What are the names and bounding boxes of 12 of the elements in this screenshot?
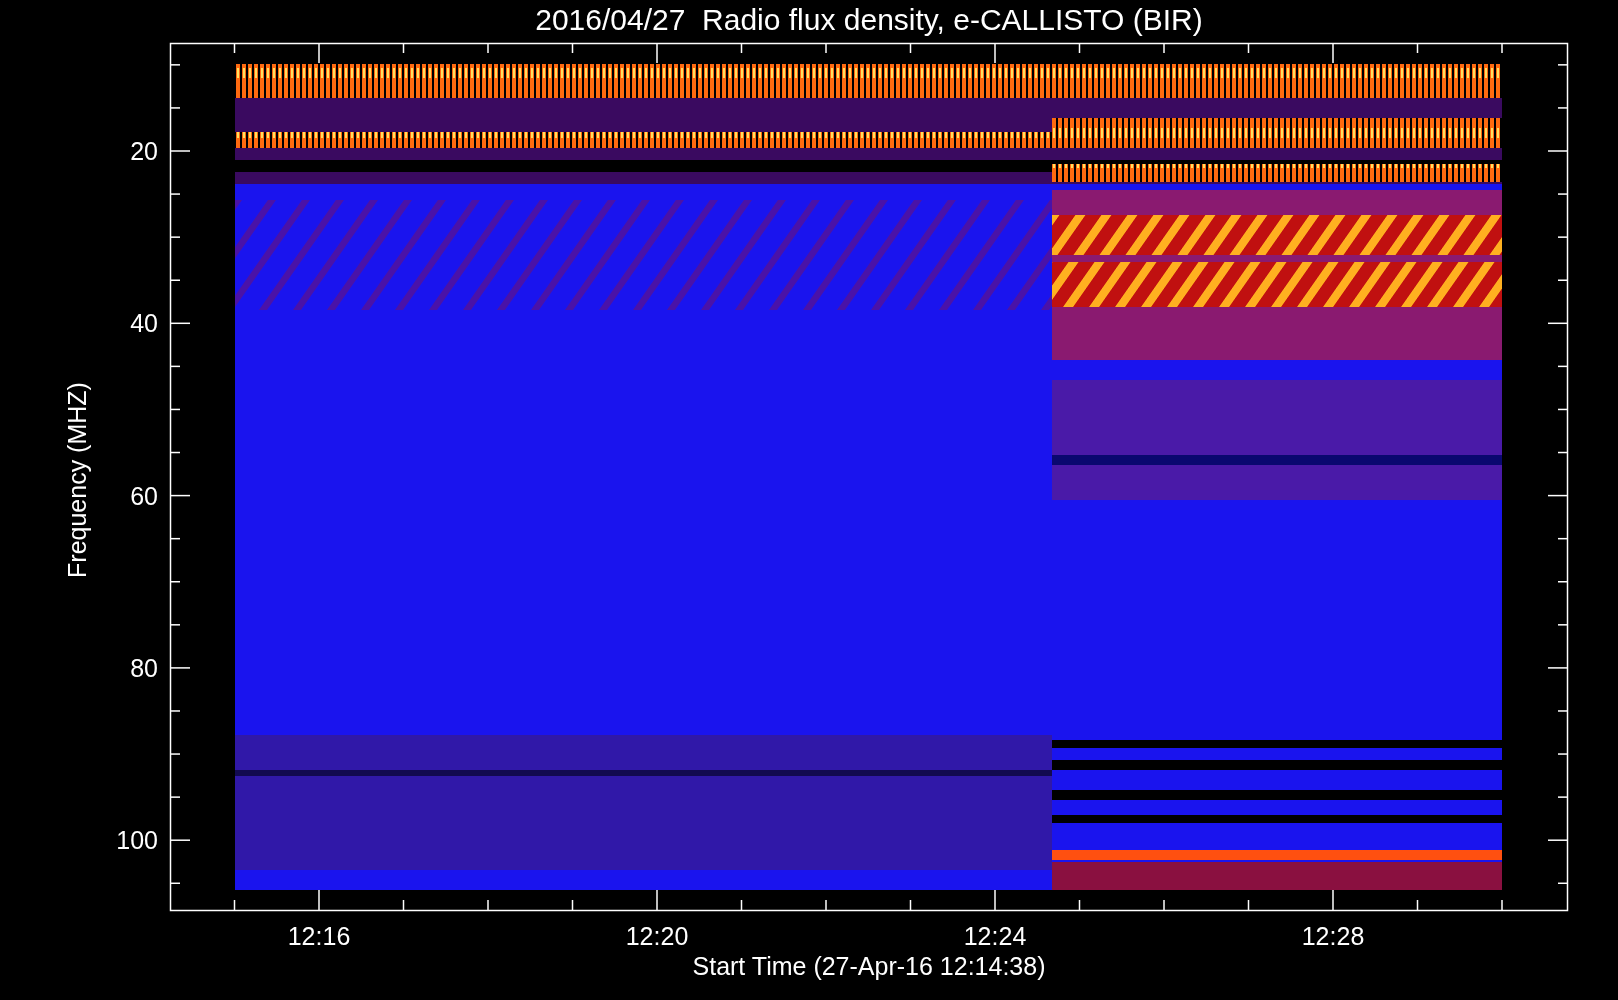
x-tick-label: 12:28 bbox=[1301, 922, 1365, 950]
x-tick-label: 12:24 bbox=[963, 922, 1027, 950]
chart-title: 2016/04/27 Radio flux density, e-CALLISTO (BIR) bbox=[535, 3, 1203, 36]
y-tick-label: 100 bbox=[116, 826, 158, 855]
x-tick-label: 12:16 bbox=[287, 922, 351, 950]
y-axis-label: Frequency (MHZ) bbox=[63, 382, 91, 578]
y-tick-label: 40 bbox=[130, 309, 158, 338]
y-tick-label: 20 bbox=[130, 137, 158, 165]
y-tick-label: 60 bbox=[130, 481, 158, 510]
y-tick-label: 80 bbox=[130, 653, 158, 682]
x-axis-label: Start Time (27-Apr-16 12:14:38) bbox=[692, 952, 1046, 980]
x-tick-label: 12:20 bbox=[625, 922, 689, 950]
